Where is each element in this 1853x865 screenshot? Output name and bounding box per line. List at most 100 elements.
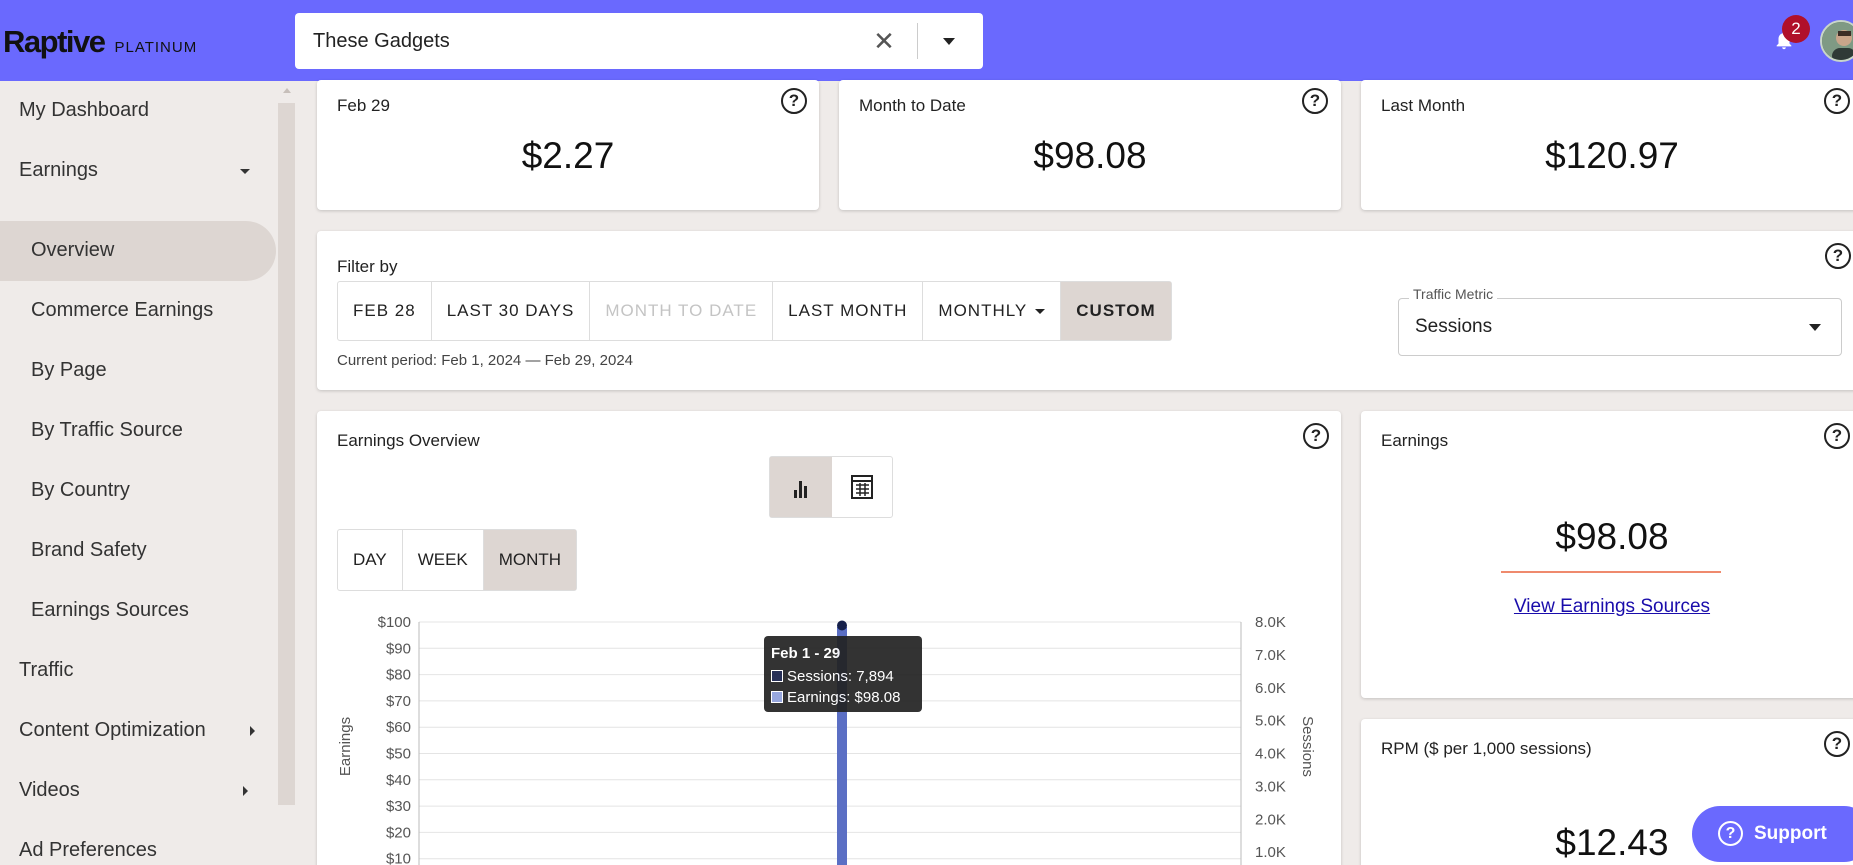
brand-logo[interactable]: Raptive PLATINUM — [3, 24, 197, 60]
earnings-swatch — [771, 691, 783, 703]
help-icon[interactable]: ? — [1824, 88, 1850, 114]
help-icon[interactable]: ? — [1825, 243, 1851, 269]
stat-card-label: Month to Date — [859, 96, 966, 115]
sidebar-item-label: Videos — [19, 779, 80, 801]
help-icon[interactable]: ? — [1302, 88, 1328, 114]
sidebar-item-label: Content Optimization — [19, 719, 206, 741]
sidebar-item-label: By Country — [31, 479, 130, 501]
filter-monthly-dropdown[interactable]: MONTHLY — [923, 282, 1062, 340]
y2-tick-label: 1.0K — [1255, 844, 1286, 861]
y-tick-label: $10 — [386, 851, 411, 865]
chevron-down-icon[interactable] — [933, 27, 965, 55]
sidebar-item-earnings-sources[interactable]: Earnings Sources — [0, 581, 276, 641]
filter-custom-button[interactable]: CUSTOM — [1061, 282, 1171, 340]
traffic-metric-select[interactable]: Sessions — [1398, 298, 1842, 356]
y-tick-label: $100 — [378, 614, 411, 631]
stat-card-label: Feb 29 — [337, 96, 390, 115]
y2-tick-label: 2.0K — [1255, 811, 1286, 828]
filter-last-month-button[interactable]: LAST MONTH — [773, 282, 924, 340]
sidebar-item-overview[interactable]: Overview — [0, 221, 276, 281]
caret-right-icon — [250, 726, 255, 736]
site-selector-value: These Gadgets — [313, 30, 450, 52]
y-tick-label: $90 — [386, 640, 411, 657]
chart-tooltip: Feb 1 - 29 Sessions: 7,894 Earnings: $98… — [764, 636, 922, 712]
filter-card: Filter by ? FEB 28 LAST 30 DAYS MONTH TO… — [317, 231, 1853, 390]
earnings-card: Earnings ? $98.08 View Earnings Sources — [1361, 411, 1853, 698]
rpm-card-title: RPM ($ per 1,000 sessions) — [1381, 739, 1592, 758]
y2-tick-label: 6.0K — [1255, 680, 1286, 697]
tooltip-earnings-row: Earnings: $98.08 — [771, 689, 900, 706]
scroll-up-arrow-icon[interactable] — [283, 88, 291, 93]
sidebar-item-brand-safety[interactable]: Brand Safety — [0, 521, 276, 581]
top-bar: Raptive PLATINUM These Gadgets ✕ 2 — [0, 0, 1853, 81]
y2-tick-label: 3.0K — [1255, 778, 1286, 795]
y2-axis-title: Sessions — [1299, 716, 1316, 777]
y-tick-label: $20 — [386, 824, 411, 841]
site-selector[interactable]: These Gadgets ✕ — [295, 13, 983, 69]
y2-tick-label: 8.0K — [1255, 614, 1286, 631]
sessions-point — [837, 620, 847, 631]
tooltip-title: Feb 1 - 29 — [771, 645, 841, 662]
sidebar-item-earnings[interactable]: Earnings — [0, 141, 276, 201]
brand-tier: PLATINUM — [114, 39, 198, 56]
brand-name: Raptive — [3, 24, 106, 59]
y-axis-title: Earnings — [337, 717, 354, 776]
y-tick-label: $40 — [386, 772, 411, 789]
earnings-card-title: Earnings — [1381, 431, 1449, 450]
y2-tick-label: 7.0K — [1255, 647, 1286, 664]
sidebar-item-label: By Traffic Source — [31, 419, 183, 441]
filter-feb-28-button[interactable]: FEB 28 — [338, 282, 432, 340]
caret-down-icon — [1035, 309, 1046, 315]
sidebar-item-label: My Dashboard — [19, 99, 150, 121]
help-icon[interactable]: ? — [1824, 731, 1850, 757]
caret-down-icon — [1809, 324, 1821, 331]
sidebar-item-label: Overview — [31, 239, 115, 261]
sidebar-item-content-optimization[interactable]: Content Optimization — [0, 701, 276, 761]
support-label: Support — [1754, 823, 1827, 844]
sidebar: My Dashboard Earnings Overview Commerce … — [0, 81, 278, 865]
stat-card-month-to-date: Month to Date ? $98.08 — [839, 80, 1341, 210]
y-tick-label: $80 — [386, 667, 411, 684]
sidebar-item-commerce-earnings[interactable]: Commerce Earnings — [0, 281, 276, 341]
filter-month-to-date-button[interactable]: MONTH TO DATE — [590, 282, 774, 340]
sidebar-item-label: Ad Preferences — [19, 839, 157, 861]
sidebar-item-my-dashboard[interactable]: My Dashboard — [0, 81, 276, 141]
earnings-card-value: $98.08 — [1555, 516, 1669, 557]
divider — [917, 23, 918, 59]
sidebar-scrollbar[interactable] — [278, 103, 295, 805]
help-icon[interactable]: ? — [781, 88, 807, 114]
view-earnings-sources-link[interactable]: View Earnings Sources — [1361, 596, 1853, 618]
filter-last-30-days-button[interactable]: LAST 30 DAYS — [432, 282, 591, 340]
avatar[interactable] — [1820, 20, 1853, 62]
sidebar-item-by-page[interactable]: By Page — [0, 341, 276, 401]
sidebar-item-label: By Page — [31, 359, 107, 381]
sidebar-item-videos[interactable]: Videos — [0, 761, 276, 821]
sidebar-item-label: Earnings — [19, 159, 98, 181]
help-circle-icon: ? — [1718, 821, 1743, 846]
sidebar-item-traffic[interactable]: Traffic — [0, 641, 276, 701]
sidebar-item-by-traffic-source[interactable]: By Traffic Source — [0, 401, 276, 461]
traffic-metric-value: Sessions — [1415, 316, 1493, 337]
y-tick-label: $70 — [386, 693, 411, 710]
y2-tick-label: 5.0K — [1255, 713, 1286, 730]
tooltip-sessions-row: Sessions: 7,894 — [771, 668, 894, 685]
support-button[interactable]: ? Support — [1692, 806, 1853, 862]
stat-card-value: $120.97 — [1545, 135, 1679, 176]
sidebar-item-label: Traffic — [19, 659, 74, 681]
date-filter-group: FEB 28 LAST 30 DAYS MONTH TO DATE LAST M… — [337, 281, 1172, 341]
sidebar-item-ad-preferences[interactable]: Ad Preferences — [0, 821, 276, 865]
caret-down-icon — [240, 169, 250, 174]
stat-card-label: Last Month — [1381, 96, 1466, 115]
tooltip-sessions: Sessions: 7,894 — [787, 668, 894, 685]
sidebar-item-by-country[interactable]: By Country — [0, 461, 276, 521]
stat-card-value: $98.08 — [1033, 135, 1147, 176]
filter-monthly-label: MONTHLY — [938, 301, 1028, 320]
y2-tick-label: 4.0K — [1255, 746, 1286, 763]
help-icon[interactable]: ? — [1824, 423, 1850, 449]
y-tick-label: $30 — [386, 798, 411, 815]
notification-badge: 2 — [1782, 15, 1810, 43]
filter-title: Filter by — [337, 257, 398, 276]
clear-icon[interactable]: ✕ — [870, 27, 898, 55]
accent-underline — [1501, 571, 1721, 573]
sidebar-item-label: Earnings Sources — [31, 599, 189, 621]
